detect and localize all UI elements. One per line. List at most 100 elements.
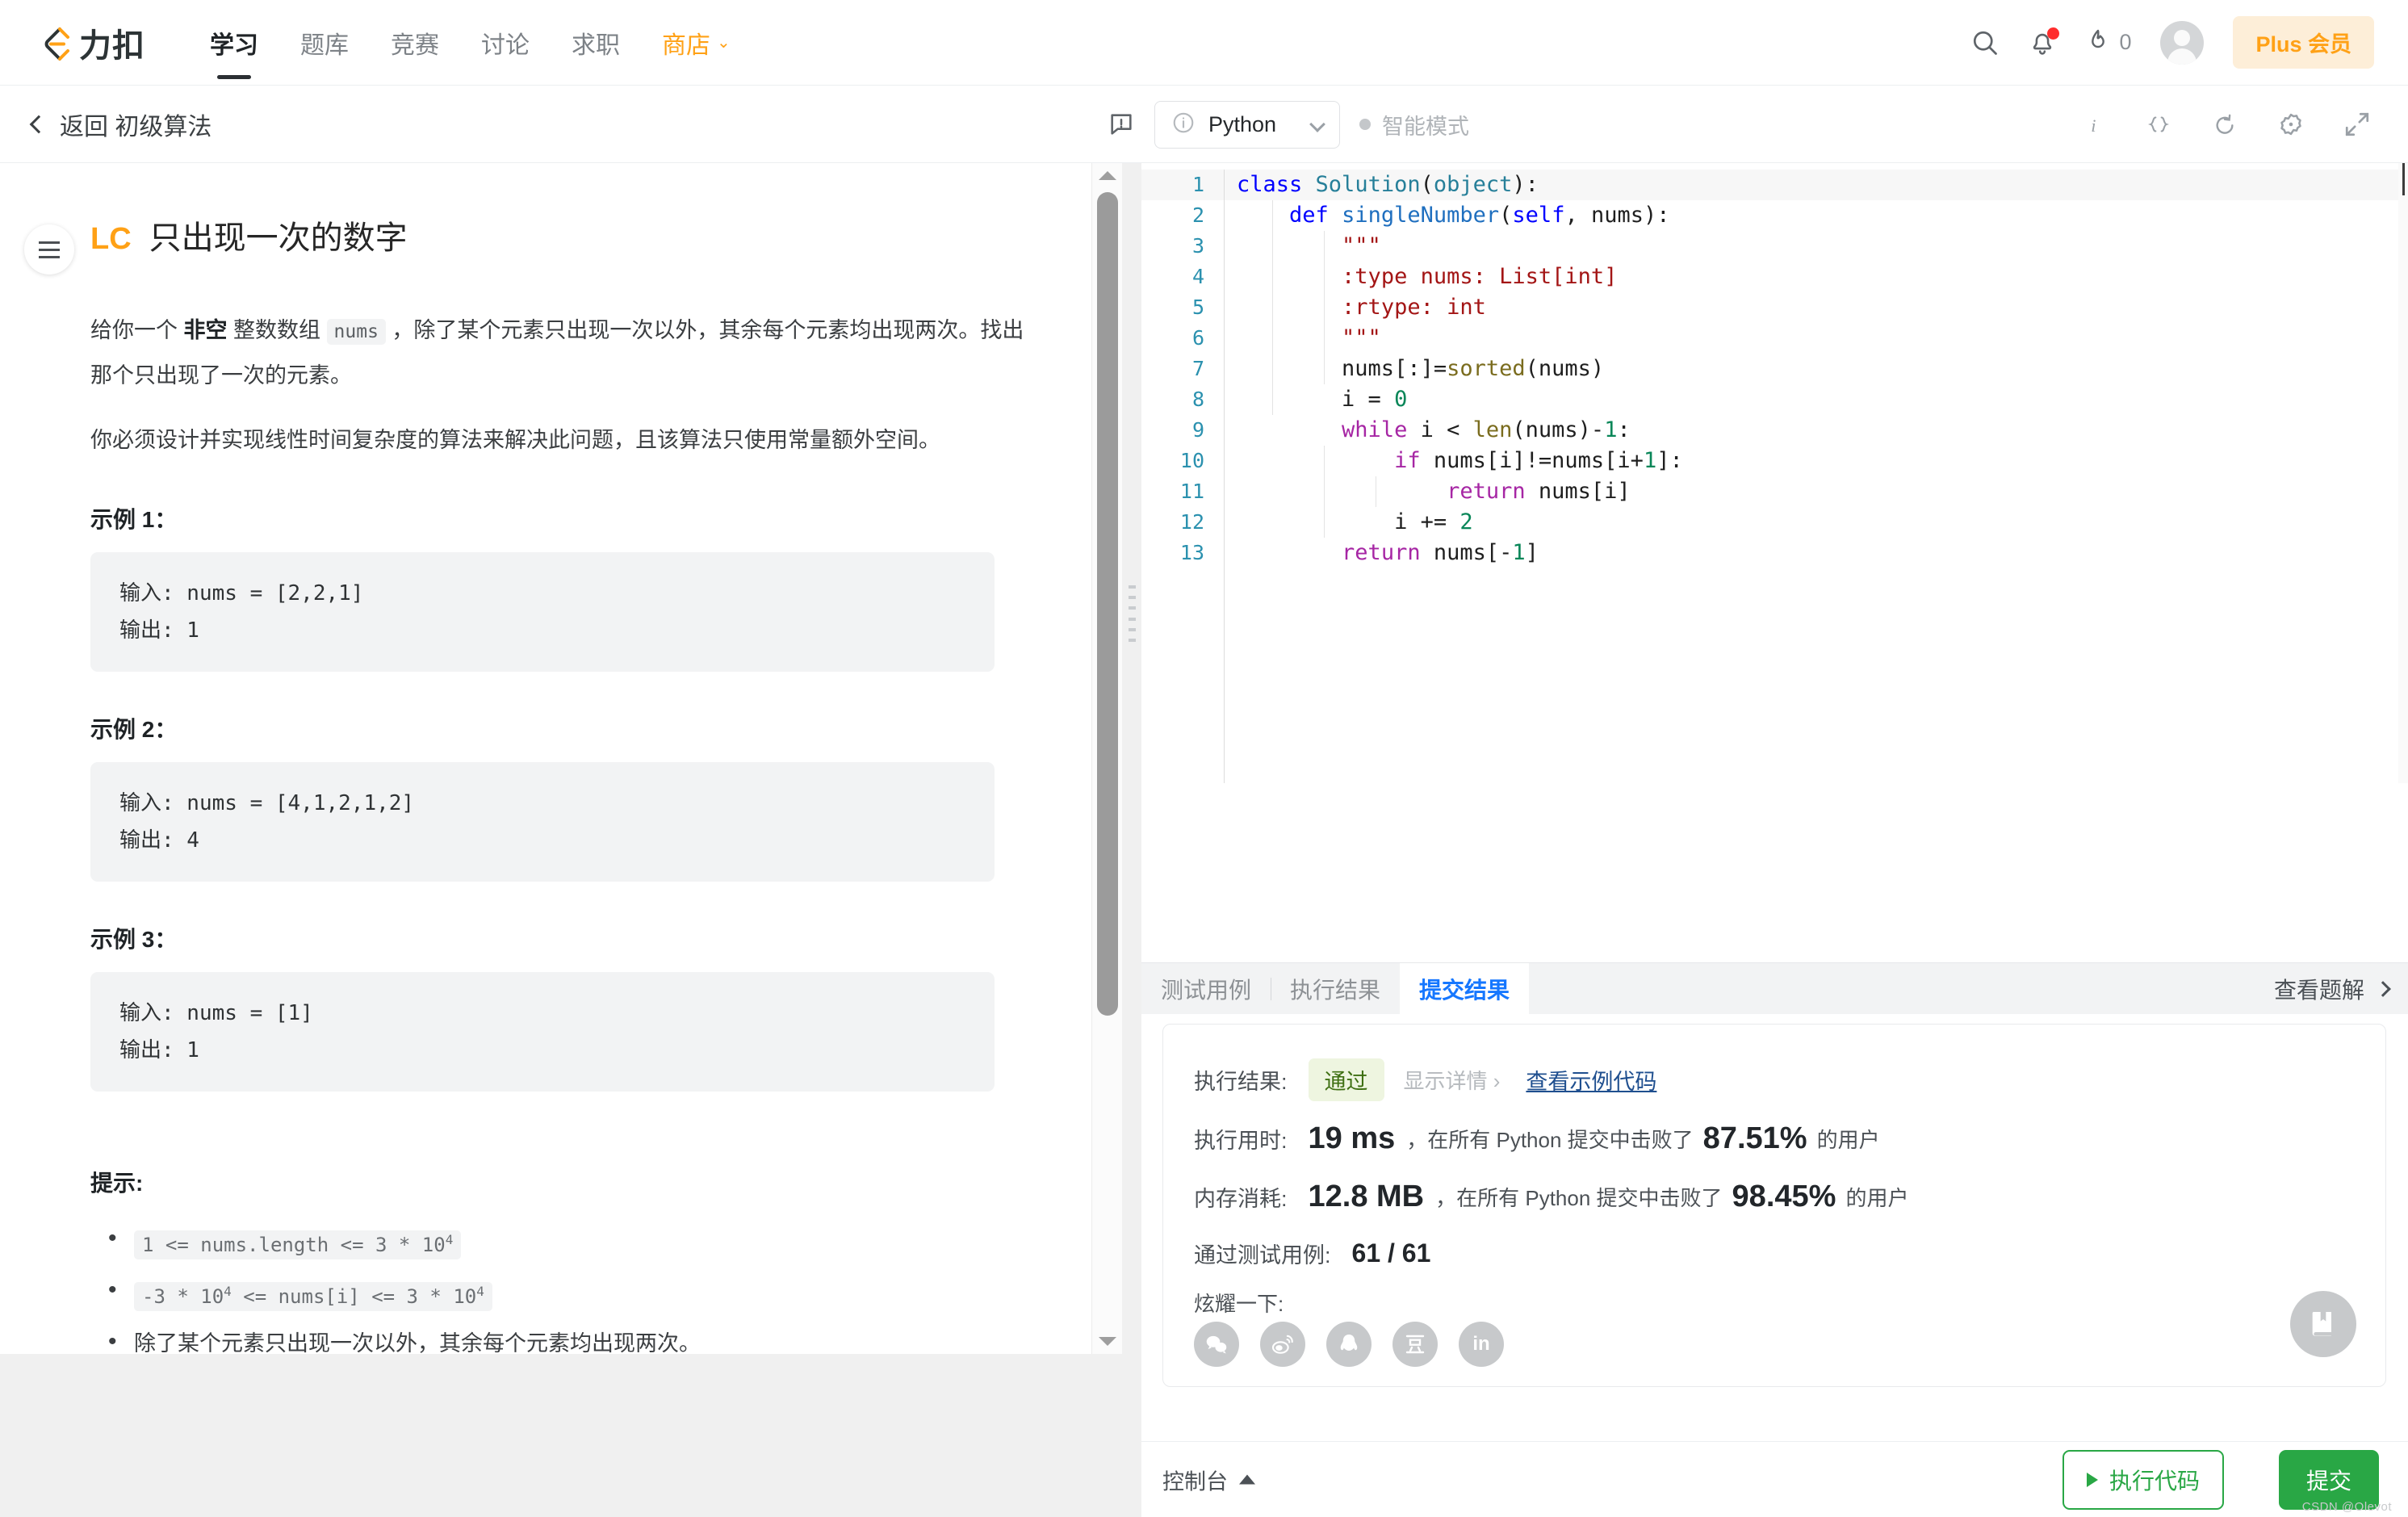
linkedin-glyph: in: [1472, 1333, 1490, 1355]
douban-share-icon[interactable]: [1392, 1322, 1438, 1367]
submission-result-card: 执行结果: 通过 显示详情 › 查看示例代码 执行用时: 19 ms ，在所有 …: [1162, 1024, 2386, 1387]
problem-list-menu-button[interactable]: [24, 224, 74, 274]
note-icon[interactable]: [1108, 111, 1135, 138]
panel-resize-handle[interactable]: [1129, 585, 1140, 642]
problem-statement-2: 你必须设计并实现线性时间复杂度的算法来解决此问题，且该算法只使用常量额外空间。: [90, 428, 940, 452]
left-panel-scrollbar[interactable]: [1091, 163, 1122, 1354]
problem-statement-1: 给你一个 非空 整数数组 nums ，除了某个元素只出现一次以外，其余每个元素均…: [90, 308, 1043, 397]
list-item: -3 * 104 <= nums[i] <= 3 * 104: [108, 1269, 1043, 1318]
search-icon[interactable]: [1970, 28, 2000, 57]
nav-item-contest[interactable]: 竞赛: [370, 0, 460, 86]
chevron-down-icon: ⌄: [717, 34, 731, 52]
logo-text: 力扣: [79, 27, 145, 64]
example-3-block: 输入: nums = [1] 输出: 1: [90, 972, 995, 1092]
nav-item-label: 竞赛: [391, 31, 439, 59]
code-editor[interactable]: 1 2 3 4 5 6 7 8 9 10 11 12 13 class Solution(object)…: [1141, 163, 2408, 783]
code-text[interactable]: class Solution(object): def singleNumber…: [1237, 170, 1683, 568]
results-body: 执行结果: 通过 显示详情 › 查看示例代码 执行用时: 19 ms ，在所有 …: [1141, 1014, 2408, 1441]
scrollbar-thumb[interactable]: [2402, 163, 2405, 195]
nav-item-label: 商店: [662, 31, 710, 59]
smart-mode-toggle[interactable]: 智能模式: [1359, 109, 1469, 140]
code-and-results-panel: 1 2 3 4 5 6 7 8 9 10 11 12 13 class Solution(object)…: [1141, 163, 2408, 1517]
problem-description-panel: LC 只出现一次的数字 给你一个 非空 整数数组 nums ，除了某个元素只出现…: [0, 163, 1122, 1354]
tab-testcases[interactable]: 测试用例: [1141, 963, 1271, 1014]
hint-1-text: 1 <= nums.length <= 3 * 10: [142, 1234, 446, 1256]
share-buttons: in: [1194, 1322, 1504, 1367]
list-item: 1 <= nums.length <= 3 * 104: [108, 1217, 1043, 1266]
run-code-button[interactable]: 执行代码: [2062, 1449, 2224, 1510]
inline-code-nums: nums: [326, 319, 386, 345]
notification-badge-dot: [2047, 27, 2060, 40]
back-to-course-link[interactable]: 返回 初级算法: [29, 107, 212, 142]
editor-vertical-scrollbar[interactable]: [2398, 163, 2408, 783]
tab-label: 测试用例: [1161, 977, 1252, 1003]
editor-bottom-bar: 控制台 执行代码 提交 CSDN @Olevot: [1141, 1441, 2408, 1517]
memory-percentile: 98.45%: [1732, 1180, 1836, 1213]
nav-item-label: 求职: [572, 31, 620, 59]
nav-item-jobs[interactable]: 求职: [551, 0, 641, 86]
wechat-share-icon[interactable]: [1194, 1322, 1239, 1367]
runtime-tail-text: 的用户: [1816, 1128, 1880, 1152]
tab-submit-result[interactable]: 提交结果: [1400, 963, 1530, 1014]
hint-1-exponent: 4: [445, 1232, 454, 1247]
nav-item-study[interactable]: 学习: [189, 0, 279, 86]
view-solution-link[interactable]: 查看题解: [2274, 973, 2391, 1005]
weibo-share-icon[interactable]: [1260, 1322, 1305, 1367]
testcases-row: 通过测试用例: 61 / 61: [1194, 1238, 1442, 1269]
runtime-row: 执行用时: 19 ms ，在所有 Python 提交中击败了 87.51% 的用…: [1194, 1121, 1880, 1156]
runtime-label: 执行用时:: [1194, 1129, 1288, 1153]
info-icon[interactable]: i: [2082, 111, 2106, 137]
status-dot-icon: [1359, 119, 1371, 130]
hint-2-code: -3 * 104 <= nums[i] <= 3 * 104: [134, 1282, 492, 1311]
list-item: 除了某个元素只出现一次以外，其余每个元素均出现两次。: [108, 1321, 1043, 1354]
streak-counter[interactable]: 0: [2085, 27, 2131, 57]
runtime-mid-text: ，在所有 Python 提交中击败了: [1406, 1128, 1694, 1152]
runtime-value: 19 ms: [1308, 1121, 1396, 1155]
results-tab-bar: 测试用例 执行结果 提交结果 查看题解: [1141, 962, 2408, 1014]
logo[interactable]: 力扣: [37, 19, 145, 66]
console-toggle[interactable]: 控制台: [1162, 1464, 1255, 1495]
line-number-gutter: 1 2 3 4 5 6 7 8 9 10 11 12 13: [1179, 173, 1204, 564]
reset-icon[interactable]: [2211, 111, 2238, 137]
nav-item-problems[interactable]: 题库: [279, 0, 370, 86]
qq-share-icon[interactable]: [1326, 1322, 1372, 1367]
show-detail-link[interactable]: 显示详情 ›: [1404, 1065, 1501, 1095]
lc-tag: LC: [90, 222, 132, 256]
example-2-heading: 示例 2：: [90, 717, 178, 742]
play-icon: [2086, 1472, 2098, 1487]
hint-2-exponent-b: 4: [476, 1284, 484, 1299]
problem-title: 只出现一次的数字: [149, 220, 408, 256]
notification-bell-icon[interactable]: [2029, 27, 2060, 57]
nav-item-discuss[interactable]: 讨论: [460, 0, 551, 86]
hint-2-text-a: -3 * 10: [142, 1285, 224, 1308]
chevron-down-icon: [1309, 116, 1325, 132]
back-label: 返回 初级算法: [60, 113, 212, 140]
avatar[interactable]: [2160, 20, 2205, 65]
scrollbar-thumb[interactable]: [1096, 192, 1118, 1016]
hint-2-text-b: <= nums[i] <= 3 * 10: [231, 1285, 477, 1308]
svg-text:i: i: [2091, 115, 2096, 135]
tab-run-result[interactable]: 执行结果: [1271, 963, 1400, 1014]
nav-item-label: 题库: [300, 31, 349, 59]
plus-membership-button[interactable]: Plus 会员: [2233, 16, 2374, 69]
hints-heading: 提示:: [90, 1171, 144, 1196]
memory-row: 内存消耗: 12.8 MB ，在所有 Python 提交中击败了 98.45% …: [1194, 1180, 1908, 1214]
tab-label: 执行结果: [1290, 977, 1381, 1003]
triangle-up-icon: [1239, 1474, 1255, 1485]
testcases-label: 通过测试用例:: [1194, 1243, 1331, 1268]
scroll-down-arrow-icon[interactable]: [1098, 1337, 1116, 1346]
main-nav-items: 学习 题库 竞赛 讨论 求职 商店 ⌄: [189, 0, 752, 86]
fullscreen-icon[interactable]: [2343, 111, 2371, 138]
scroll-up-arrow-icon[interactable]: [1098, 171, 1116, 180]
braces-icon[interactable]: [2145, 111, 2172, 137]
view-sample-code-link[interactable]: 查看示例代码: [1526, 1064, 1656, 1096]
linkedin-share-icon[interactable]: in: [1459, 1322, 1504, 1367]
share-label-row: 炫耀一下:: [1194, 1288, 1284, 1318]
testcases-value: 61 / 61: [1351, 1238, 1431, 1268]
nav-item-store[interactable]: 商店 ⌄: [641, 0, 752, 86]
bookmark-book-icon[interactable]: [2290, 1291, 2356, 1357]
top-nav-actions: 0 Plus 会员: [1970, 16, 2374, 69]
settings-gear-icon[interactable]: [2277, 111, 2305, 138]
language-selector[interactable]: Python: [1154, 100, 1340, 149]
example-1-block: 输入: nums = [2,2,1] 输出: 1: [90, 552, 995, 672]
